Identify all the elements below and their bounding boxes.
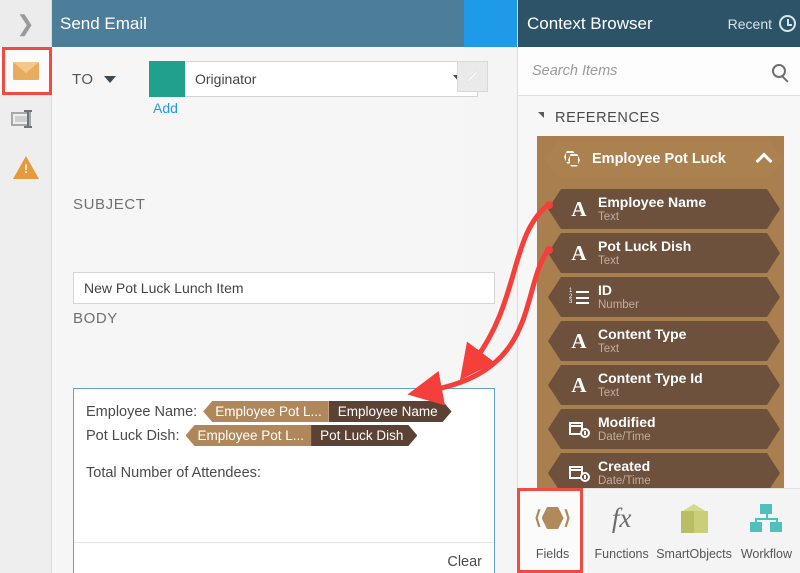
reference-group-label: Employee Pot Luck [592,151,726,167]
datetime-icon [564,420,594,438]
field-type: Date/Time [598,474,651,487]
to-row: TO [72,71,116,88]
rail-item-textbox[interactable] [0,95,52,143]
page-title: Send Email [60,13,147,33]
to-recipient-value: Originator [195,71,257,87]
field-token-pot-luck-dish[interactable]: Employee Pot L... Pot Luck Dish [185,425,418,446]
reference-icon [562,151,582,168]
divider [74,542,494,543]
textbox-icon [11,110,41,128]
field-name: Employee Name [598,193,707,210]
text-icon: A [571,372,587,397]
fx-icon: fx [611,502,632,533]
edit-recipient-button[interactable] [457,61,488,92]
body-editor[interactable]: Employee Name: Employee Pot L... Employe… [73,388,495,573]
tab-smartobjects[interactable]: SmartObjects [656,489,732,573]
context-browser-panel: Context Browser Recent Search Items REFE… [517,0,800,573]
body-line-1-text: Employee Name: [86,403,198,420]
subject-input[interactable]: New Pot Luck Lunch Item [73,272,495,304]
clear-button[interactable]: Clear [447,554,482,570]
field-name: Created [598,457,651,474]
tab-functions[interactable]: fx Functions [587,489,656,573]
context-browser-tabs: ⟨ ⟩ Fields fx Functions SmartObjects Wor… [518,488,800,573]
body-line-2-text: Pot Luck Dish: [86,427,180,444]
text-icon: A [571,328,587,353]
body-line-2: Pot Luck Dish: Employee Pot L... Pot Luc… [86,425,417,446]
chevron-right-icon: ❯ [16,10,35,36]
text-icon: A [571,196,587,221]
tab-label: Workflow [740,547,793,561]
token-context: Employee Pot L... [203,401,329,422]
number-icon: 1 2 3 [564,289,594,305]
context-tree: REFERENCES Employee Pot Luck A Employee … [518,0,800,488]
body-line-1: Employee Name: Employee Pot L... Employe… [86,401,452,422]
field-name: Pot Luck Dish [598,237,692,254]
token-context: Employee Pot L... [185,425,312,446]
pencil-icon [466,70,479,83]
cube-icon [680,501,708,535]
context-field-content-type[interactable]: A Content Type Text [548,321,780,361]
context-field-id[interactable]: 1 2 3 ID Number [548,277,780,317]
field-type: Date/Time [598,430,651,443]
field-name: Modified [598,413,656,430]
chevron-down-icon[interactable] [103,76,116,83]
send-email-form: TO Originator Add SUBJECT New Pot Luck L… [52,47,495,573]
context-field-content-type-id[interactable]: A Content Type Id Text [548,365,780,405]
field-type: Text [598,386,620,399]
field-type: Text [598,342,620,355]
context-field-employee-name[interactable]: A Employee Name Text [548,189,780,229]
tab-workflow[interactable]: Workflow [732,489,800,573]
tab-fields[interactable]: ⟨ ⟩ Fields [518,489,588,573]
to-label: TO [72,71,94,88]
field-type: Text [598,210,620,223]
envelope-icon [13,62,39,80]
tab-label: Functions [594,547,649,561]
hexagon-plus-icon [476,15,506,32]
add-step-button[interactable] [464,0,517,47]
chevron-up-icon[interactable] [756,153,773,170]
context-field-created[interactable]: Created Date/Time [548,453,780,488]
field-token-employee-name[interactable]: Employee Pot L... Employee Name [203,401,451,422]
datetime-icon [564,464,594,482]
token-field: Pot Luck Dish [311,425,417,446]
to-field: Originator [149,61,478,97]
field-name: Content Type Id [598,369,703,386]
triangle-down-icon [538,112,544,124]
left-icon-rail: ❯ [0,0,52,573]
field-type: Text [598,254,620,267]
body-line-3: Total Number of Attendees: [86,465,261,481]
context-field-pot-luck-dish[interactable]: A Pot Luck Dish Text [548,233,780,273]
text-icon: A [571,240,587,265]
send-email-panel: Send Email TO Originator Add SUBJECT New… [52,0,495,573]
tab-label: Fields [535,547,570,561]
reference-group-employee-pot-luck[interactable]: Employee Pot Luck [544,141,784,177]
references-section-header[interactable]: REFERENCES [518,96,660,134]
field-type: Number [598,298,639,311]
expand-panel-button[interactable]: ❯ [0,0,51,47]
field-name: ID [598,281,612,298]
to-recipient-select[interactable]: Originator [185,61,478,97]
subject-value: New Pot Luck Lunch Item [84,280,244,296]
add-recipient-link[interactable]: Add [153,100,178,116]
send-email-header: Send Email [52,0,464,47]
app-window: ❯ Send Email TO [0,0,800,573]
workflow-icon [750,501,783,535]
warning-icon [13,155,39,179]
references-label: REFERENCES [555,110,661,126]
rail-item-email[interactable] [0,47,52,95]
context-field-modified[interactable]: Modified Date/Time [548,409,780,449]
tab-label: SmartObjects [656,547,732,561]
token-field: Employee Name [329,401,452,422]
rail-item-warning[interactable] [0,143,52,191]
body-label: BODY [73,310,118,327]
person-icon [149,61,185,97]
field-name: Content Type [598,325,687,342]
subject-label: SUBJECT [73,196,146,213]
fields-icon: ⟨ ⟩ [534,507,571,529]
